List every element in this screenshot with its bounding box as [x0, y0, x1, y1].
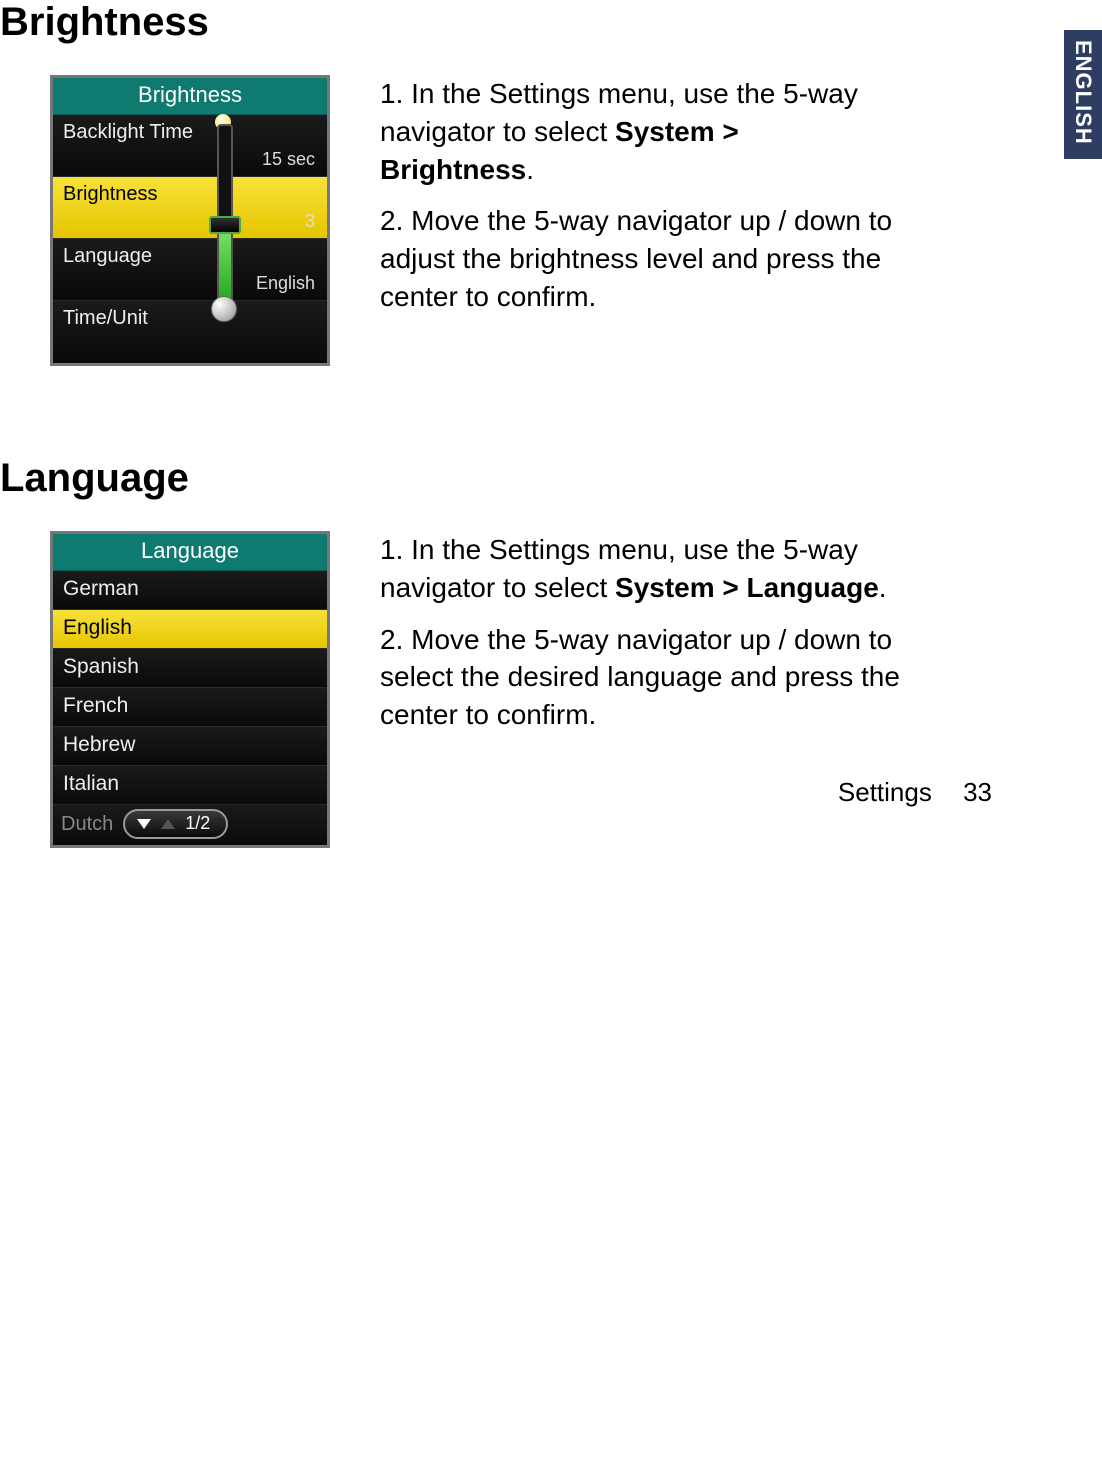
lang-pager-row: Dutch 1/2 — [53, 805, 327, 845]
chevron-down-icon — [137, 819, 151, 829]
row-label: Time/Unit — [63, 307, 148, 329]
chevron-up-icon — [161, 819, 175, 829]
step-text-post: . — [526, 154, 534, 185]
step-2: 2. Move the 5-way navigator up / down to… — [380, 621, 900, 734]
step-bold: System > Language — [615, 572, 879, 603]
lang-item-english: English — [53, 610, 327, 649]
step-number: 1. — [380, 78, 403, 109]
row-label: Brightness — [63, 183, 158, 205]
page-indicator-pill: 1/2 — [123, 809, 228, 839]
step-text: Move the 5-way navigator up / down to ad… — [380, 205, 892, 312]
step-2: 2. Move the 5-way navigator up / down to… — [380, 202, 900, 315]
row-value: English — [256, 273, 315, 294]
heading-language: Language — [0, 456, 1012, 501]
row-label: Language — [63, 245, 152, 267]
screen-title: Brightness — [53, 78, 327, 115]
footer-section: Settings — [838, 777, 932, 807]
footer-page-number: 33 — [963, 777, 992, 807]
menu-row-language: Language English — [53, 239, 327, 301]
step-text-post: . — [879, 572, 887, 603]
lang-item-dutch: Dutch — [61, 813, 113, 836]
lang-item-italian: Italian — [53, 766, 327, 805]
step-1: 1. In the Settings menu, use the 5-way n… — [380, 531, 900, 607]
row-value: 15 sec — [262, 149, 315, 170]
lang-item-hebrew: Hebrew — [53, 727, 327, 766]
lang-item-french: French — [53, 688, 327, 727]
language-device-screenshot: Language German English Spanish French H… — [50, 531, 330, 848]
lang-item-spanish: Spanish — [53, 649, 327, 688]
page-footer: Settings 33 — [838, 777, 992, 808]
step-1: 1. In the Settings menu, use the 5-way n… — [380, 75, 900, 188]
page-indicator-text: 1/2 — [185, 813, 210, 834]
step-number: 1. — [380, 534, 403, 565]
language-side-tab: ENGLISH — [1064, 30, 1102, 159]
brightness-instructions: 1. In the Settings menu, use the 5-way n… — [380, 75, 900, 330]
screen-title: Language — [53, 534, 327, 571]
heading-brightness: Brightness — [0, 0, 1012, 45]
step-number: 2. — [380, 205, 403, 236]
brightness-device-screenshot: Brightness Backlight Time 15 sec Brightn… — [50, 75, 330, 366]
lang-item-german: German — [53, 571, 327, 610]
menu-row-time-unit: Time/Unit — [53, 301, 327, 363]
language-instructions: 1. In the Settings menu, use the 5-way n… — [380, 531, 900, 748]
menu-row-backlight-time: Backlight Time 15 sec — [53, 115, 327, 177]
step-text: Move the 5-way navigator up / down to se… — [380, 624, 900, 731]
step-number: 2. — [380, 624, 403, 655]
row-label: Backlight Time — [63, 121, 193, 143]
menu-row-brightness: Brightness 3 — [53, 177, 327, 239]
row-value: 3 — [305, 211, 315, 232]
